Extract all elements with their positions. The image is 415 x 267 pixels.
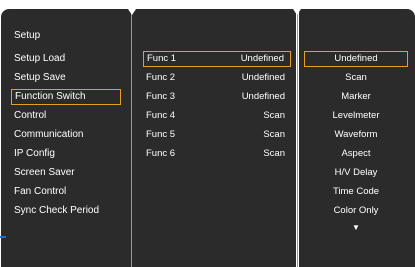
- function-name: Func 1: [147, 53, 177, 64]
- setup-title: Setup: [14, 30, 41, 41]
- function-row-6[interactable]: Func 6 Scan: [143, 146, 291, 162]
- menu-item-function-switch[interactable]: Function Switch: [11, 89, 121, 105]
- option-scan[interactable]: Scan: [304, 70, 408, 86]
- scroll-down-icon[interactable]: ▼: [304, 223, 408, 232]
- function-name: Func 2: [146, 72, 176, 83]
- menu-item-setup-load[interactable]: Setup Load: [11, 51, 121, 67]
- function-row-3[interactable]: Func 3 Undefined: [143, 89, 291, 105]
- panel-notch: [128, 9, 136, 15]
- menu-item-fan-control[interactable]: Fan Control: [11, 184, 121, 200]
- function-value: Undefined: [241, 72, 285, 83]
- function-row-4[interactable]: Func 4 Scan: [143, 108, 291, 124]
- menu-item-sync-check-period[interactable]: Sync Check Period: [11, 203, 121, 219]
- option-marker[interactable]: Marker: [304, 89, 408, 105]
- menu-item-communication[interactable]: Communication: [11, 127, 121, 143]
- function-value: Scan: [263, 148, 285, 159]
- function-value: Scan: [263, 129, 285, 140]
- option-time-code[interactable]: Time Code: [304, 184, 408, 200]
- function-name: Func 3: [146, 91, 176, 102]
- option-color-only[interactable]: Color Only: [304, 203, 408, 219]
- option-aspect[interactable]: Aspect: [304, 146, 408, 162]
- option-waveform[interactable]: Waveform: [304, 127, 408, 143]
- accent-edge-marker: [0, 236, 6, 238]
- menu-item-screen-saver[interactable]: Screen Saver: [11, 165, 121, 181]
- setup-screen: Setup Setup Load Setup Save Function Swi…: [0, 0, 415, 267]
- function-value: Undefined: [241, 91, 285, 102]
- menu-item-control[interactable]: Control: [11, 108, 121, 124]
- panel-notch: [293, 9, 301, 15]
- function-row-1[interactable]: Func 1 Undefined: [143, 51, 291, 67]
- panel-divider: [131, 9, 132, 267]
- function-name: Func 5: [146, 129, 176, 140]
- function-value: Undefined: [240, 53, 284, 64]
- menu-item-setup-save[interactable]: Setup Save: [11, 70, 121, 86]
- panel-divider: [297, 9, 298, 267]
- option-undefined[interactable]: Undefined: [304, 51, 408, 67]
- function-row-2[interactable]: Func 2 Undefined: [143, 70, 291, 86]
- function-name: Func 4: [146, 110, 176, 121]
- option-hv-delay[interactable]: H/V Delay: [304, 165, 408, 181]
- option-levelmeter[interactable]: Levelmeter: [304, 108, 408, 124]
- function-value: Scan: [263, 110, 285, 121]
- function-row-5[interactable]: Func 5 Scan: [143, 127, 291, 143]
- function-name: Func 6: [146, 148, 176, 159]
- menu-item-ip-config[interactable]: IP Config: [11, 146, 121, 162]
